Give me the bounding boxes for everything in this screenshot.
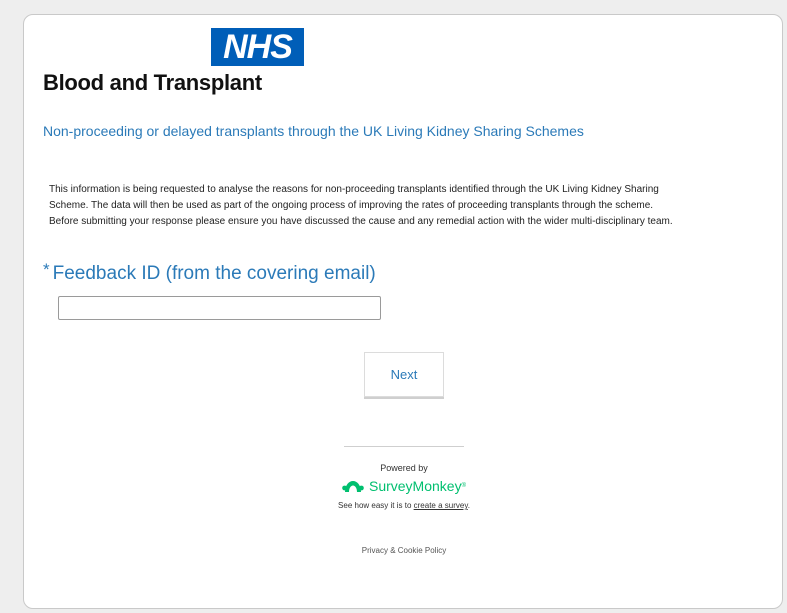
promo-suffix: . [467,501,470,510]
create-survey-link[interactable]: create a survey [414,501,468,510]
survey-title: Non-proceeding or delayed transplants th… [43,123,584,139]
surveymonkey-logo-icon [342,481,364,492]
intro-line: This information is being requested to a… [49,184,659,195]
create-survey-promo: See how easy it is to create a survey. [254,501,554,510]
intro-line: Before submitting your response please e… [49,216,673,227]
privacy-policy-link[interactable]: Privacy & Cookie Policy [254,546,554,555]
promo-prefix: See how easy it is to [338,501,414,510]
trademark-mark: ® [461,483,466,489]
question-label: Feedback ID (from the covering email) [52,263,376,284]
powered-by-label: Powered by [380,463,428,473]
required-marker: * [43,260,50,279]
survey-card: NHS Blood and Transplant Non-proceeding … [23,14,783,609]
intro-line: Scheme. The data will then be used as pa… [49,200,654,211]
feedback-id-input[interactable] [58,296,381,320]
next-button[interactable]: Next [364,352,444,397]
survey-intro: This information is being requested to a… [49,182,764,230]
org-name: Blood and Transplant [43,70,262,95]
footer-divider [344,446,464,447]
brand-name: SurveyMonkey [368,478,462,494]
surveymonkey-brand[interactable]: SurveyMonkey ® [254,476,554,496]
nhs-logo-mark: NHS [211,28,304,66]
question-feedback-id: * Feedback ID (from the covering email) [43,260,376,285]
